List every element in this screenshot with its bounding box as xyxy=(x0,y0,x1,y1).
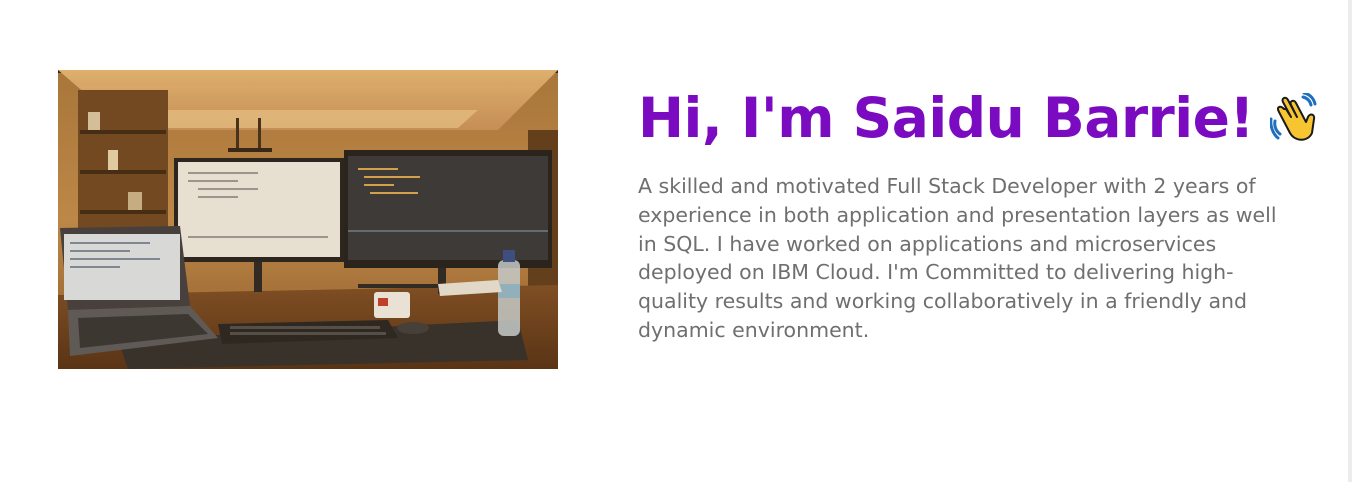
greeting-heading: Hi, I'm Saidu Barrie! xyxy=(638,86,1254,150)
intro-section: Hi, I'm Saidu Barrie! A skilled and moti… xyxy=(638,84,1328,345)
page-scrollbar[interactable] xyxy=(1348,0,1352,482)
page: Hi, I'm Saidu Barrie! A skilled and moti… xyxy=(0,0,1352,482)
waving-hand-icon xyxy=(1269,93,1317,141)
page-title: Hi, I'm Saidu Barrie! xyxy=(638,84,1328,152)
desk-setup-photo xyxy=(58,70,558,369)
bio-paragraph: A skilled and motivated Full Stack Devel… xyxy=(638,174,1277,342)
